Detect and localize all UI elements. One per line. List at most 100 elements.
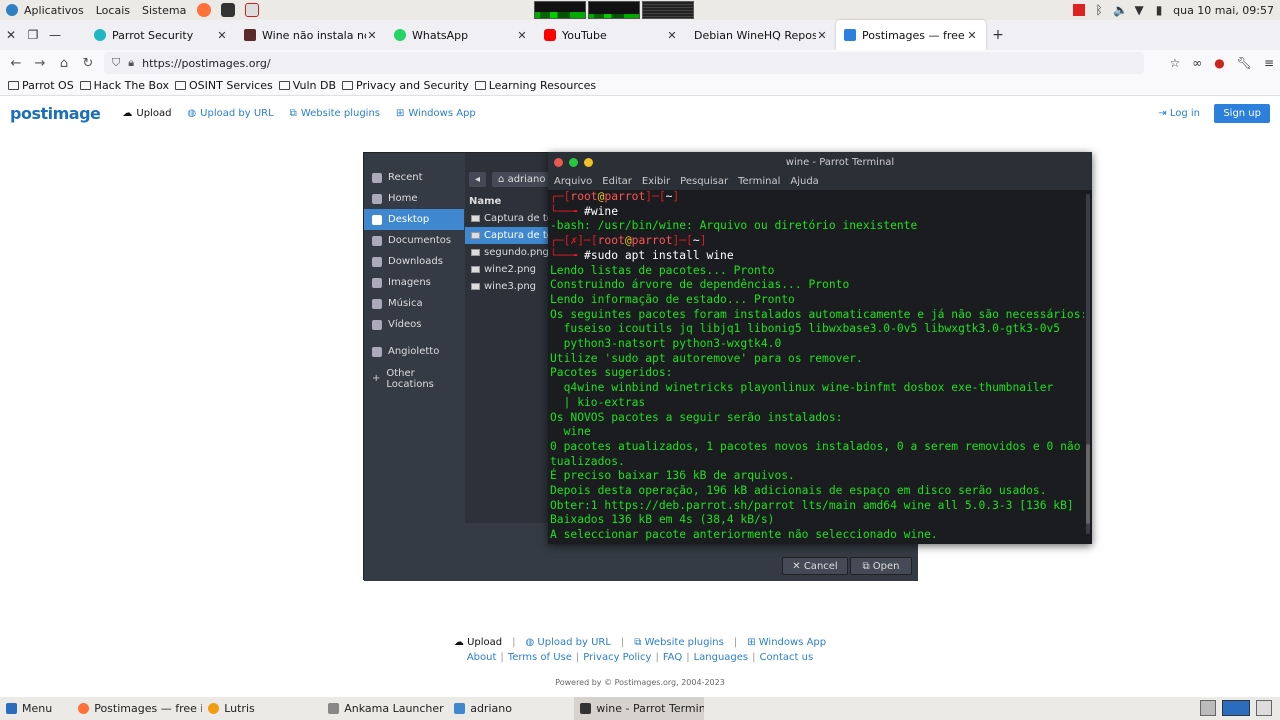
wifi-icon[interactable]: ▼ (1133, 4, 1145, 16)
nav-website-plugins[interactable]: ⧉ Website plugins (290, 108, 380, 119)
file-item[interactable]: wine2.png (465, 261, 555, 278)
tracking-shield-icon[interactable]: ⛉ (112, 56, 120, 70)
other-locations[interactable]: + Other Locations (364, 368, 464, 390)
firefox-launcher-icon[interactable] (197, 3, 212, 17)
file-item[interactable]: segundo.png (465, 244, 555, 261)
bookmark-osint-services[interactable]: OSINT Services (175, 79, 273, 92)
bookmark-star-icon[interactable]: ☆ (1169, 56, 1180, 70)
file-item[interactable]: wine3.png (465, 278, 555, 295)
taskbar-menu-button[interactable]: Menu (0, 697, 58, 720)
device-angioletto[interactable]: Angioletto (364, 341, 464, 362)
path-crumb-adriano[interactable]: ⌂ adriano (492, 171, 552, 187)
terminal-launcher-icon[interactable] (221, 3, 236, 17)
nav-upload-by-url[interactable]: ◍ Upload by URL (187, 108, 273, 119)
footer-contact[interactable]: Contact us (760, 652, 814, 663)
tab-parrot-security[interactable]: Parrot Security ✕ (86, 20, 236, 50)
workspace-1[interactable] (1222, 700, 1250, 716)
taskbar-task-lutris[interactable]: Lutris (202, 697, 322, 720)
lock-icon[interactable]: 🔒︎ (128, 56, 134, 70)
show-desktop-icon[interactable] (1200, 700, 1216, 716)
extension-icon[interactable]: ● (1214, 56, 1224, 70)
place-recent[interactable]: Recent (364, 167, 464, 188)
login-link[interactable]: ⇥ Log in (1158, 108, 1200, 119)
terminal-menu-editar[interactable]: Editar (602, 176, 632, 187)
bookmark-learning-resources[interactable]: Learning Resources (474, 79, 596, 92)
update-notifier-icon[interactable] (1073, 4, 1086, 16)
postimage-logo[interactable]: postimage (10, 104, 101, 123)
close-tab-icon[interactable]: ✕ (366, 29, 378, 42)
terminal-menu-ajuda[interactable]: Ajuda (790, 176, 818, 187)
place-documentos[interactable]: Documentos (364, 230, 464, 251)
terminal-scrollbar[interactable] (1086, 194, 1090, 534)
place-videos[interactable]: Vídeos (364, 314, 464, 335)
tab-wine-forum[interactable]: Wine não instala no Parrot ✕ (236, 20, 386, 50)
taskbar-task-terminal[interactable]: wine - Parrot Terminal (574, 697, 705, 720)
terminal-menu-pesquisar[interactable]: Pesquisar (680, 176, 728, 187)
workspace-2[interactable] (1256, 700, 1272, 716)
footer-faq[interactable]: FAQ (663, 652, 682, 663)
terminal-menu-exibir[interactable]: Exibir (642, 176, 670, 187)
place-imagens[interactable]: Imagens (364, 272, 464, 293)
open-button[interactable]: ⧉ Open (850, 557, 912, 575)
tab-postimages[interactable]: Postimages — free image ✕ (836, 20, 986, 50)
hamburger-menu-icon[interactable]: ≡ (1264, 56, 1274, 70)
nav-upload[interactable]: ☁ Upload (122, 108, 171, 119)
bookmark-parrot-os[interactable]: Parrot OS (8, 79, 74, 92)
close-tab-icon[interactable]: ✕ (666, 29, 678, 42)
bookmark-vuln-db[interactable]: Vuln DB (278, 79, 336, 92)
close-tab-icon[interactable]: ✕ (216, 29, 228, 42)
restore-window-icon[interactable]: ❐ (22, 28, 44, 42)
scrollbar-thumb[interactable] (1086, 444, 1090, 524)
back-arrow-icon[interactable]: ← (4, 56, 28, 71)
home-icon[interactable]: ⌂ (52, 56, 76, 71)
footer-windows-app[interactable]: ⊞ Windows App (747, 637, 826, 648)
close-tab-icon[interactable]: ✕ (966, 29, 978, 42)
terminal-menu-terminal[interactable]: Terminal (738, 176, 780, 187)
tab-whatsapp[interactable]: WhatsApp ✕ (386, 20, 536, 50)
nav-windows-app[interactable]: ⊞ Windows App (396, 108, 476, 119)
text-editor-launcher-icon[interactable] (245, 3, 260, 17)
place-desktop[interactable]: Desktop (364, 209, 464, 230)
bluetooth-icon[interactable]: ᛒ (1093, 4, 1105, 16)
footer-privacy[interactable]: Privacy Policy (583, 652, 651, 663)
url-bar[interactable]: ⛉ 🔒︎ https://postimages.org/ (104, 52, 1144, 74)
column-header-name[interactable]: Name (469, 196, 501, 207)
footer-terms[interactable]: Terms of Use (508, 652, 572, 663)
signup-button[interactable]: Sign up (1214, 104, 1270, 123)
forward-arrow-icon[interactable]: → (28, 56, 52, 71)
file-item[interactable]: Captura de tela (465, 227, 555, 244)
footer-upload-by-url[interactable]: ◍ Upload by URL (526, 637, 611, 648)
parrot-logo-icon[interactable] (6, 4, 18, 16)
clock[interactable]: qua 10 mai, 09:57 (1173, 4, 1274, 17)
close-tab-icon[interactable]: ✕ (816, 29, 828, 42)
menu-system[interactable]: Sistema (136, 4, 192, 17)
menu-applications[interactable]: Aplicativos (18, 4, 90, 17)
tab-debian-winehq[interactable]: Debian WineHQ Repository ✕ (686, 20, 836, 50)
footer-about[interactable]: About (467, 652, 497, 663)
place-musica[interactable]: Música (364, 293, 464, 314)
place-home[interactable]: Home (364, 188, 464, 209)
url-text[interactable]: https://postimages.org/ (142, 57, 270, 70)
footer-upload[interactable]: ☁ Upload (454, 637, 502, 648)
footer-languages[interactable]: Languages (694, 652, 749, 663)
close-tab-icon[interactable]: ✕ (516, 29, 528, 42)
file-item[interactable]: Captura de tela (465, 210, 555, 227)
taskbar-task-files[interactable]: adriano (448, 697, 574, 720)
footer-website-plugins[interactable]: ⧉ Website plugins (634, 637, 724, 648)
terminal-output[interactable]: ┌─[root@parrot]─[~] └──╼ #wine -bash: /usr… (548, 190, 1084, 544)
bookmark-hack-the-box[interactable]: Hack The Box (79, 79, 169, 92)
minimize-window-icon[interactable]: — (44, 28, 66, 42)
volume-icon[interactable]: 🔈 (1113, 4, 1128, 16)
battery-icon[interactable]: ▮ (1153, 4, 1165, 16)
tab-youtube[interactable]: YouTube ✕ (536, 20, 686, 50)
private-mask-icon[interactable]: ∞ (1192, 56, 1202, 70)
place-downloads[interactable]: Downloads (364, 251, 464, 272)
taskbar-task-firefox[interactable]: Postimages — free im... (72, 697, 202, 720)
cancel-button[interactable]: ✕ Cancel (782, 557, 848, 575)
taskbar-task-ankama[interactable]: Ankama Launcher (322, 697, 448, 720)
bookmark-privacy-security[interactable]: Privacy and Security (342, 79, 469, 92)
reload-icon[interactable]: ↻ (76, 56, 100, 71)
menu-places[interactable]: Locais (90, 4, 136, 17)
tools-wrench-icon[interactable]: 🔧︎ (1237, 56, 1252, 70)
close-window-icon[interactable]: ✕ (0, 28, 22, 42)
